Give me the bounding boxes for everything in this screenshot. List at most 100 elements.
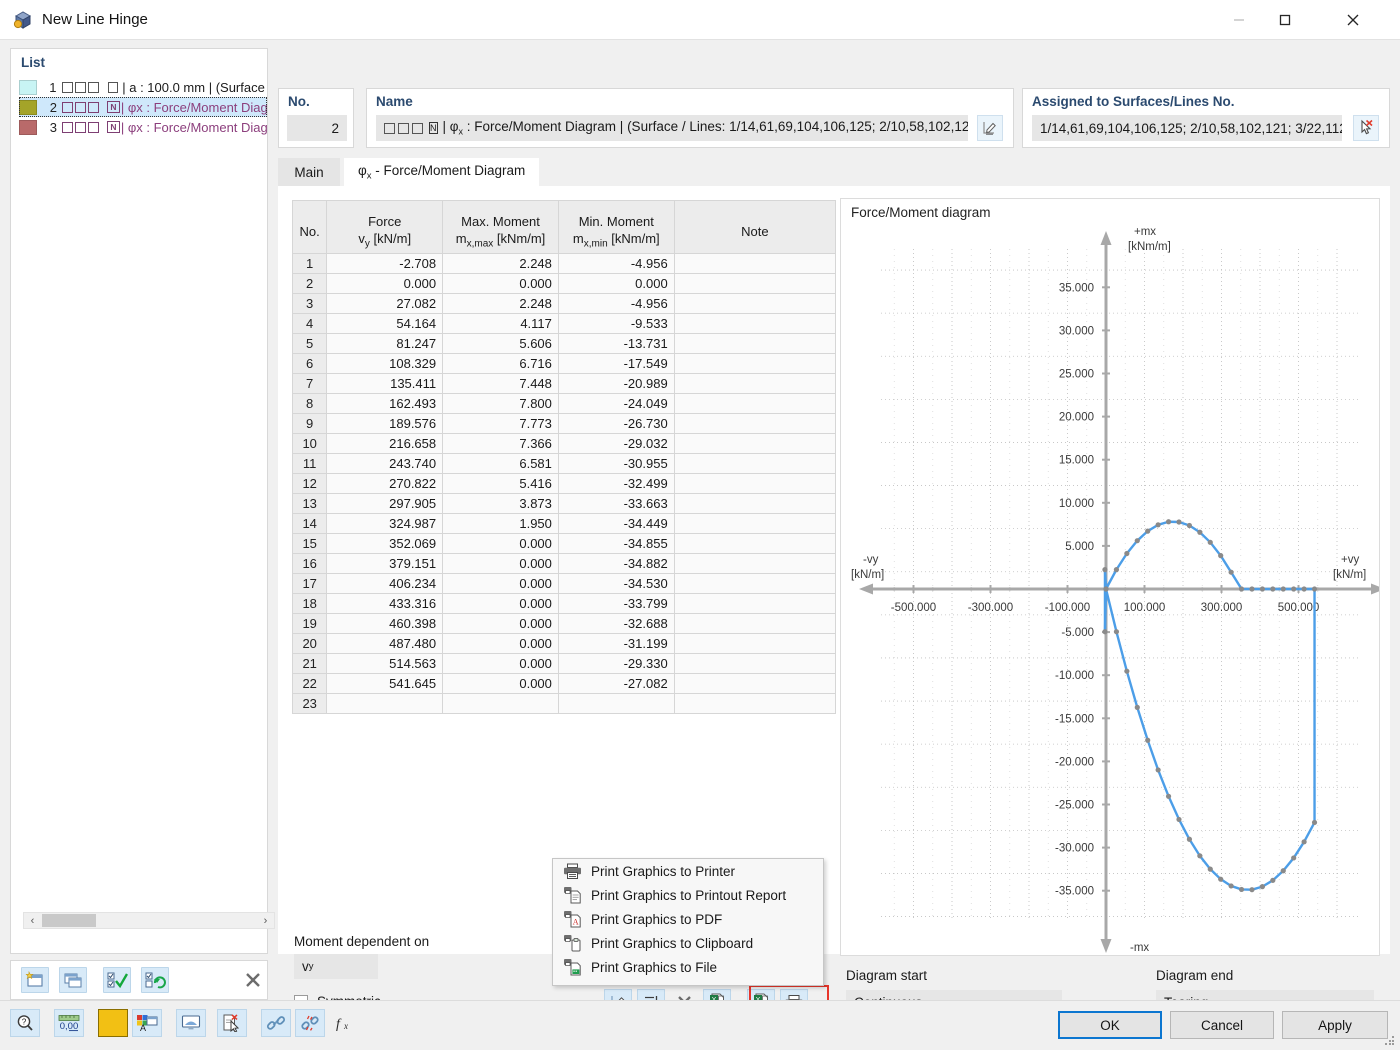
cell-min-moment[interactable]: -17.549 [557,353,675,374]
cell-max-moment[interactable]: 5.606 [442,333,559,354]
cell-force[interactable]: 541.645 [326,673,444,694]
list-horizontal-scrollbar[interactable]: ‹ › [23,912,275,929]
table-row[interactable]: 1 -2.708 2.248 -4.956 [291,253,837,274]
cell-max-moment[interactable]: 0.000 [442,633,559,654]
table-row[interactable]: 8 162.493 7.800 -24.049 [291,393,837,414]
cell-note[interactable] [673,353,837,374]
unlink-button[interactable] [295,1009,325,1037]
cell-max-moment[interactable]: 7.448 [442,373,559,394]
cell-note[interactable] [673,273,837,294]
table-row[interactable]: 21 514.563 0.000 -29.330 [291,653,837,674]
menu-item-print-to-printer[interactable]: Print Graphics to Printer [553,859,823,883]
list-item[interactable]: 3 N | φx : Force/Moment Diag [19,117,267,137]
cell-no[interactable]: 4 [291,313,328,334]
cell-note[interactable] [673,673,837,694]
cell-min-moment[interactable]: -26.730 [557,413,675,434]
cell-note[interactable] [673,573,837,594]
color-button[interactable] [98,1009,128,1037]
tab-main[interactable]: Main [278,158,340,186]
cell-force[interactable]: 108.329 [326,353,444,374]
table-row[interactable]: 14 324.987 1.950 -34.449 [291,513,837,534]
cell-max-moment[interactable]: 0.000 [442,273,559,294]
cell-min-moment[interactable]: -32.499 [557,473,675,494]
cell-no[interactable]: 21 [291,653,328,674]
assigned-pick-button[interactable] [1353,115,1379,141]
cell-min-moment[interactable]: -30.955 [557,453,675,474]
cell-min-moment[interactable]: -34.882 [557,553,675,574]
cell-note[interactable] [673,313,837,334]
cell-no[interactable]: 18 [291,593,328,614]
cell-no[interactable]: 3 [291,293,328,314]
cell-max-moment[interactable] [442,693,559,714]
cell-note[interactable] [673,453,837,474]
cell-min-moment[interactable]: -27.082 [557,673,675,694]
cell-note[interactable] [673,613,837,634]
tab-force-moment-diagram[interactable]: φx - Force/Moment Diagram [344,158,540,186]
cell-max-moment[interactable]: 0.000 [442,533,559,554]
table-row[interactable]: 2 0.000 0.000 0.000 [291,273,837,294]
table-row[interactable]: 4 54.164 4.117 -9.533 [291,313,837,334]
cell-note[interactable] [673,333,837,354]
cell-max-moment[interactable]: 7.366 [442,433,559,454]
scroll-right-icon[interactable]: › [257,913,274,928]
cell-note[interactable] [673,433,837,454]
cell-min-moment[interactable]: -9.533 [557,313,675,334]
refresh-check-button[interactable] [141,967,169,993]
formula-button[interactable]: f x [329,1009,359,1037]
cell-min-moment[interactable]: -33.663 [557,493,675,514]
cell-min-moment[interactable]: -29.032 [557,433,675,454]
cell-no[interactable]: 23 [291,693,328,714]
cell-force[interactable]: 460.398 [326,613,444,634]
cell-force[interactable]: 243.740 [326,453,444,474]
cell-max-moment[interactable]: 4.117 [442,313,559,334]
delete-item-button[interactable] [239,967,267,993]
display-properties-button[interactable]: A [132,1009,162,1037]
list-item[interactable]: 1 | a : 100.0 mm | (Surface / [19,77,267,97]
cell-no[interactable]: 13 [291,493,328,514]
cell-max-moment[interactable]: 0.000 [442,553,559,574]
cell-force[interactable]: 0.000 [326,273,444,294]
cell-min-moment[interactable]: -32.688 [557,613,675,634]
cell-force[interactable]: 162.493 [326,393,444,414]
link-button[interactable] [261,1009,291,1037]
cell-note[interactable] [673,633,837,654]
cell-note[interactable] [673,593,837,614]
name-edit-button[interactable] [977,115,1003,141]
cell-force[interactable]: 379.151 [326,553,444,574]
table-row[interactable]: 22 541.645 0.000 -27.082 [291,673,837,694]
scrollbar-thumb[interactable] [42,914,96,927]
cell-no[interactable]: 20 [291,633,328,654]
cell-min-moment[interactable]: -24.049 [557,393,675,414]
cell-max-moment[interactable]: 6.716 [442,353,559,374]
cell-max-moment[interactable]: 3.873 [442,493,559,514]
cell-no[interactable]: 10 [291,433,328,454]
cell-no[interactable]: 22 [291,673,328,694]
table-row[interactable]: 3 27.082 2.248 -4.956 [291,293,837,314]
cell-note[interactable] [673,293,837,314]
cell-min-moment[interactable]: -33.799 [557,593,675,614]
cell-no[interactable]: 7 [291,373,328,394]
cell-no[interactable]: 1 [291,253,328,274]
cell-no[interactable]: 19 [291,613,328,634]
moment-dependent-value[interactable]: vy [294,954,378,979]
cell-force[interactable]: 433.316 [326,593,444,614]
cell-no[interactable]: 5 [291,333,328,354]
list-item[interactable]: 2 N | φx : Force/Moment Diag [19,97,267,117]
table-row[interactable]: 13 297.905 3.873 -33.663 [291,493,837,514]
table-row[interactable]: 16 379.151 0.000 -34.882 [291,553,837,574]
cell-force[interactable]: 297.905 [326,493,444,514]
cell-min-moment[interactable]: -4.956 [557,293,675,314]
ok-button[interactable]: OK [1058,1011,1162,1039]
cell-force[interactable]: 487.480 [326,633,444,654]
delete-note-button[interactable] [217,1009,247,1037]
cell-note[interactable] [673,393,837,414]
cell-note[interactable] [673,253,837,274]
resize-grip[interactable] [1385,1036,1395,1046]
cell-note[interactable] [673,493,837,514]
cell-min-moment[interactable]: -34.855 [557,533,675,554]
cell-note[interactable] [673,553,837,574]
table-row[interactable]: 23 [291,693,837,714]
cell-min-moment[interactable]: -31.199 [557,633,675,654]
table-row[interactable]: 6 108.329 6.716 -17.549 [291,353,837,374]
number-field-value[interactable]: 2 [287,115,347,141]
